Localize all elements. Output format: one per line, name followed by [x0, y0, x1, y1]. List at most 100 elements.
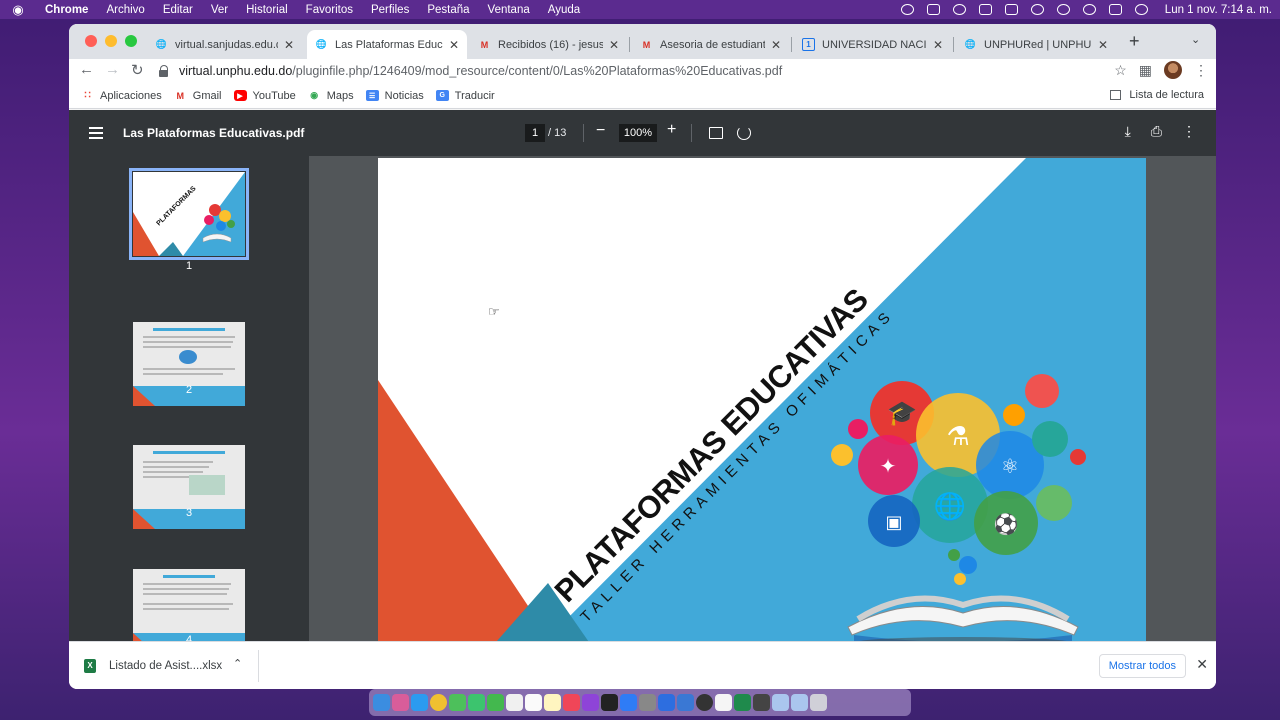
close-icon[interactable]: ✕ — [933, 38, 943, 52]
download-icon[interactable]: ⤓ — [1125, 123, 1131, 140]
close-icon[interactable]: ✕ — [771, 38, 781, 52]
wifi-off-icon[interactable] — [1030, 4, 1044, 15]
bookmark-aplicaciones[interactable]: ∷ Aplicaciones — [81, 90, 161, 102]
bookmark-maps[interactable]: ◉ Maps — [308, 90, 353, 102]
podcasts-icon[interactable] — [582, 694, 599, 711]
minimize-window-button[interactable] — [105, 35, 117, 47]
menu-historial[interactable]: Historial — [237, 4, 297, 16]
app-store-icon[interactable] — [620, 694, 637, 711]
zoom-window-button[interactable] — [125, 35, 137, 47]
download-filename[interactable]: Listado de Asist....xlsx — [109, 660, 222, 672]
calendar-icon[interactable] — [525, 694, 542, 711]
bookmark-youtube[interactable]: ▶ YouTube — [233, 90, 296, 102]
zoom-level-input[interactable]: 100% — [619, 124, 657, 142]
bookmark-noticias[interactable]: ☰ Noticias — [365, 90, 424, 102]
tab-sanjudas[interactable]: 🌐 virtual.sanjudas.edu.do/ ✕ — [147, 30, 302, 59]
thumbnail-page-4[interactable] — [133, 569, 245, 641]
chrome-menu-kebab-icon[interactable]: ⋮ — [1194, 62, 1208, 79]
close-icon[interactable]: ✕ — [449, 38, 459, 52]
address-bar[interactable]: virtual.unphu.edu.do/pluginfile.php/1246… — [151, 59, 1131, 83]
chevron-up-icon[interactable]: ⌃ — [233, 657, 242, 670]
zoom-out-minus-icon[interactable]: − — [596, 122, 605, 140]
excel-icon[interactable] — [734, 694, 751, 711]
close-icon[interactable]: ✕ — [284, 38, 294, 52]
user-switch-icon[interactable] — [1056, 4, 1070, 15]
menu-editar[interactable]: Editar — [154, 4, 202, 16]
pdf-canvas[interactable]: 🎓 ⚗ ✦ ⚛ 🌐 ▣ ⚽ PLATAFORMAS EDUCATIVAS TAL… — [309, 156, 1216, 641]
messages-icon[interactable] — [449, 694, 466, 711]
more-options-kebab-icon[interactable]: ⋮ — [1182, 123, 1196, 140]
menu-archivo[interactable]: Archivo — [97, 4, 153, 16]
launchpad-icon[interactable] — [392, 694, 409, 711]
menu-ayuda[interactable]: Ayuda — [539, 4, 589, 16]
menu-perfiles[interactable]: Perfiles — [362, 4, 418, 16]
menu-ventana[interactable]: Ventana — [479, 4, 539, 16]
bookmark-traducir[interactable]: G Traducir — [435, 90, 495, 102]
menu-ver[interactable]: Ver — [202, 4, 237, 16]
tab-unphured[interactable]: 🌐 UNPHURed | UNPHU ✕ — [956, 30, 1116, 59]
forward-arrow-icon[interactable]: → — [105, 61, 120, 78]
new-tab-plus-icon[interactable]: + — [1129, 31, 1140, 52]
profile-avatar[interactable] — [1164, 61, 1182, 79]
print-icon[interactable]: ⎙ — [1151, 123, 1162, 140]
bookmark-gmail[interactable]: M Gmail — [174, 90, 222, 102]
close-icon[interactable]: ✕ — [1196, 656, 1208, 673]
trash-icon[interactable] — [810, 694, 827, 711]
fit-to-page-icon[interactable] — [709, 127, 723, 139]
thumbnail-page-1[interactable]: PLATAFORMAS — [129, 168, 249, 260]
tab-universidad-nacional[interactable]: 1 UNIVERSIDAD NACIONAL ✕ — [794, 30, 951, 59]
tab-gmail-asesoria[interactable]: M Asesoria de estudiantes ✕ — [632, 30, 789, 59]
menubar-clock[interactable]: Lun 1 nov. 7:14 a. m. — [1165, 4, 1272, 16]
extensions-puzzle-icon[interactable]: ▦ — [1139, 62, 1152, 79]
show-all-downloads-button[interactable]: Mostrar todos — [1098, 654, 1186, 678]
preview-icon[interactable] — [715, 694, 732, 711]
keynote-icon[interactable] — [658, 694, 675, 711]
music-icon[interactable] — [563, 694, 580, 711]
rotate-icon[interactable] — [737, 126, 751, 140]
safari-icon[interactable] — [411, 694, 428, 711]
menu-favoritos[interactable]: Favoritos — [297, 4, 362, 16]
pdf-page-1: 🎓 ⚗ ✦ ⚛ 🌐 ▣ ⚽ PLATAFORMAS EDUCATIVAS TAL… — [378, 158, 1146, 641]
system-preferences-icon[interactable] — [639, 694, 656, 711]
tv-icon[interactable] — [601, 694, 618, 711]
reload-icon[interactable]: ↻ — [131, 61, 144, 79]
zoom-icon[interactable] — [696, 694, 713, 711]
close-window-button[interactable] — [85, 35, 97, 47]
lock-icon[interactable] — [159, 65, 169, 77]
siri-icon[interactable] — [1134, 4, 1148, 15]
play-icon[interactable] — [952, 4, 966, 15]
close-icon[interactable]: ✕ — [1098, 38, 1108, 52]
photos-icon[interactable] — [506, 694, 523, 711]
maps-icon[interactable] — [487, 694, 504, 711]
sidebar-toggle-menu-icon[interactable] — [89, 127, 103, 139]
finder-icon[interactable] — [373, 694, 390, 711]
tab-search-chevron-icon[interactable]: ⌄ — [1191, 33, 1200, 46]
tab-title: virtual.sanjudas.edu.do/ — [175, 38, 278, 51]
thumbnail-text-line — [143, 346, 231, 348]
reading-list-button[interactable]: Lista de lectura — [1110, 89, 1204, 101]
notes-icon[interactable] — [544, 694, 561, 711]
zoom-in-plus-icon[interactable]: + — [667, 121, 676, 139]
control-center-icon[interactable] — [1108, 4, 1122, 15]
downloads-folder-icon[interactable] — [772, 694, 789, 711]
extension-status-icon[interactable] — [926, 4, 940, 15]
facetime-icon[interactable] — [468, 694, 485, 711]
back-arrow-icon[interactable]: ← — [79, 61, 94, 78]
battery-icon[interactable] — [1004, 4, 1018, 15]
thumbnail-text-line — [163, 575, 215, 578]
keyboard-icon[interactable] — [978, 4, 992, 15]
word-icon[interactable] — [677, 694, 694, 711]
tab-gmail-recibidos[interactable]: M Recibidos (16) - jesuspv ✕ — [470, 30, 627, 59]
menu-pestana[interactable]: Pestaña — [418, 4, 478, 16]
record-icon[interactable] — [900, 4, 914, 15]
close-icon[interactable]: ✕ — [609, 38, 619, 52]
tab-plataformas-pdf[interactable]: 🌐 Las Plataformas Educativ ✕ — [307, 30, 467, 59]
page-number-input[interactable]: 1 — [525, 124, 545, 142]
menu-app-chrome[interactable]: Chrome — [36, 4, 97, 16]
bookmark-star-icon[interactable]: ☆ — [1114, 62, 1127, 79]
chrome-icon[interactable] — [430, 694, 447, 711]
spotlight-search-icon[interactable] — [1082, 4, 1096, 15]
apple-menu-icon[interactable]: ◉ — [0, 2, 36, 18]
screenshot-icon[interactable] — [753, 694, 770, 711]
documents-folder-icon[interactable] — [791, 694, 808, 711]
